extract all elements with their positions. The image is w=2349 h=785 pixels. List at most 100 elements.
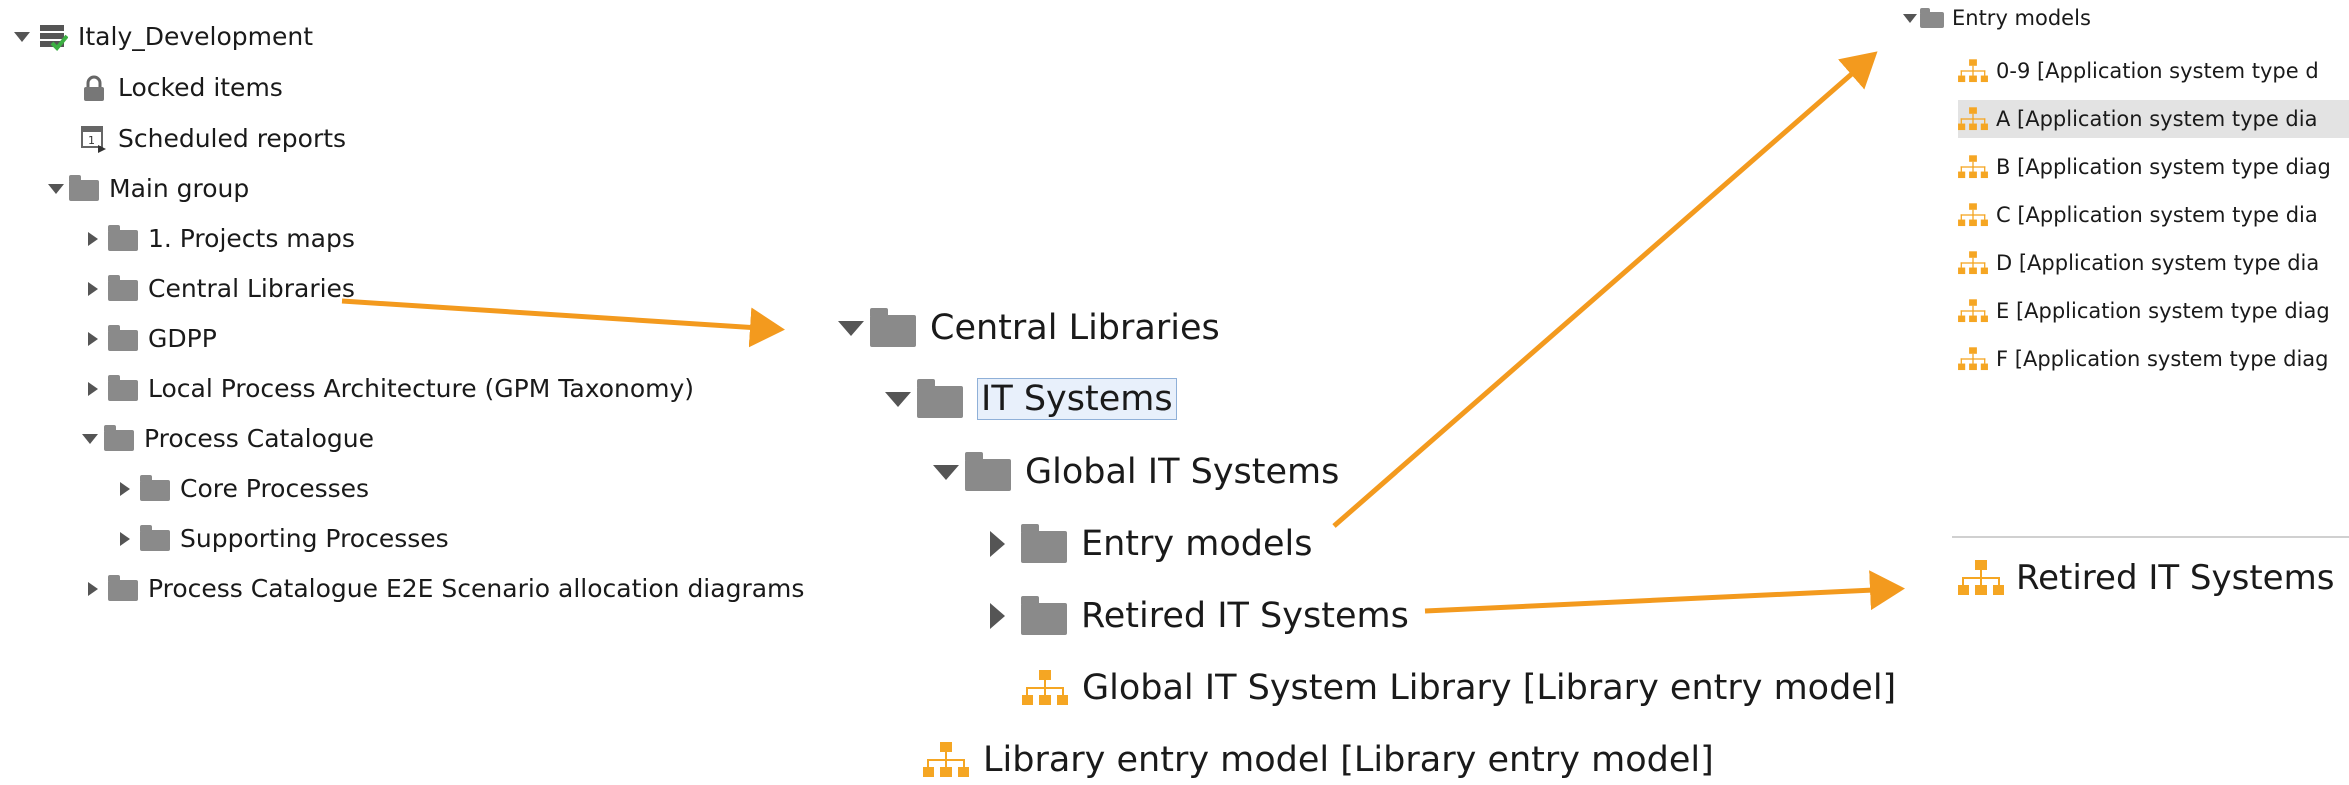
folder-icon — [140, 525, 170, 551]
database-icon — [38, 23, 68, 51]
mid-library-entry[interactable]: Library entry model [Library entry model… — [923, 740, 1714, 780]
tree-item-label: Main group — [109, 174, 250, 203]
tree-item-label: Locked items — [118, 73, 283, 102]
tree-item-projects-maps[interactable]: 1. Projects maps — [88, 224, 355, 253]
right-model-item[interactable]: A [Application system type dia — [1958, 100, 2349, 138]
expand-right-icon[interactable] — [88, 581, 98, 596]
tree-item-central-libraries[interactable]: Central Libraries — [88, 274, 355, 303]
tree-item-label: Local Process Architecture (GPM Taxonomy… — [148, 374, 695, 403]
tree-item-supporting-processes[interactable]: Supporting Processes — [120, 524, 449, 553]
expand-right-icon[interactable] — [88, 381, 98, 396]
tree-item-label-selected: IT Systems — [977, 378, 1177, 420]
tree-item-label: Global IT System Library [Library entry … — [1082, 668, 1897, 708]
mid-entry-models[interactable]: Entry models — [990, 524, 1312, 564]
tree-item-label: Entry models — [1081, 524, 1313, 564]
expand-down-icon[interactable] — [838, 320, 864, 336]
expand-right-icon[interactable] — [88, 231, 98, 246]
folder-icon — [108, 325, 138, 351]
mid-global-it-systems[interactable]: Global IT Systems — [933, 452, 1339, 492]
right-model-item[interactable]: D [Application system type dia — [1958, 244, 2349, 282]
hierarchy-model-icon — [1958, 202, 1988, 228]
tree-item-label: Process Catalogue E2E Scenario allocatio… — [148, 574, 805, 603]
tree-root-row[interactable]: Italy_Development — [14, 22, 313, 51]
tree-item-e2e[interactable]: Process Catalogue E2E Scenario allocatio… — [88, 574, 804, 603]
tree-item-label: A [Application system type dia — [1996, 107, 2318, 131]
folder-icon — [104, 425, 134, 451]
folder-icon — [140, 475, 170, 501]
tree-item-core-processes[interactable]: Core Processes — [120, 474, 369, 503]
folder-icon — [1021, 596, 1067, 635]
expand-right-icon[interactable] — [990, 531, 1005, 557]
tree-item-label: Scheduled reports — [118, 123, 347, 153]
tree-item-label: Library entry model [Library entry model… — [983, 740, 1714, 780]
right-model-item[interactable]: C [Application system type dia — [1958, 196, 2349, 234]
folder-icon — [1021, 524, 1067, 563]
mid-global-library[interactable]: Global IT System Library [Library entry … — [1022, 668, 1896, 708]
tree-root-label: Italy_Development — [78, 22, 314, 51]
tree-item-label: D [Application system type dia — [1996, 251, 2320, 275]
hierarchy-model-icon — [1958, 154, 1988, 180]
mid-it-systems[interactable]: IT Systems — [885, 378, 1177, 420]
mid-retired-it-systems[interactable]: Retired IT Systems — [990, 596, 1409, 636]
tree-item-local-process[interactable]: Local Process Architecture (GPM Taxonomy… — [88, 374, 694, 403]
arrow-retired — [1424, 570, 1905, 614]
tree-item-main-group[interactable]: Main group — [48, 174, 249, 203]
folder-icon — [108, 375, 138, 401]
tree-item-label: Process Catalogue — [144, 424, 375, 453]
tree-item-process-catalogue[interactable]: Process Catalogue — [82, 424, 374, 453]
folder-icon — [108, 275, 138, 301]
tree-item-label: Retired IT Systems — [2016, 558, 2335, 598]
tree-item-label: B [Application system type diag — [1996, 155, 2331, 179]
hierarchy-model-icon — [1958, 250, 1988, 276]
tree-item-label: Retired IT Systems — [1081, 596, 1409, 636]
folder-icon — [108, 575, 138, 601]
tree-item-label: Global IT Systems — [1025, 452, 1340, 492]
svg-text:1: 1 — [88, 134, 95, 147]
right-model-item[interactable]: B [Application system type diag — [1958, 148, 2349, 186]
right-model-item[interactable]: 0-9 [Application system type d — [1958, 52, 2349, 90]
right-model-item[interactable]: E [Application system type diag — [1958, 292, 2349, 330]
expand-down-icon[interactable] — [82, 433, 98, 444]
divider — [1952, 536, 2349, 538]
arrow-entry-models — [1332, 51, 1878, 528]
expand-right-icon[interactable] — [88, 331, 98, 346]
tree-item-label: F [Application system type diag — [1996, 347, 2329, 371]
folder-icon — [108, 225, 138, 251]
hierarchy-model-icon — [1022, 668, 1068, 708]
hierarchy-model-icon — [1958, 298, 1988, 324]
expand-right-icon[interactable] — [88, 281, 98, 296]
tree-item-label: C [Application system type dia — [1996, 203, 2318, 227]
arrow-central-libraries — [341, 298, 785, 348]
folder-icon — [870, 308, 916, 347]
right-retired-it-systems[interactable]: Retired IT Systems — [1958, 558, 2334, 598]
tree-item-label: Central Libraries — [930, 308, 1220, 348]
tree-item-scheduled[interactable]: 1 Scheduled reports — [80, 123, 346, 153]
expand-down-icon[interactable] — [885, 391, 911, 407]
folder-icon — [917, 379, 963, 418]
expand-right-icon[interactable] — [120, 481, 130, 496]
tree-item-label: 0-9 [Application system type d — [1996, 59, 2319, 83]
right-model-item[interactable]: F [Application system type diag — [1958, 340, 2349, 378]
expand-down-icon[interactable] — [933, 464, 959, 480]
tree-item-label: Core Processes — [180, 474, 370, 503]
expand-down-icon[interactable] — [48, 183, 64, 194]
expand-down-icon[interactable] — [14, 31, 30, 42]
hierarchy-model-icon — [1958, 558, 2004, 598]
expand-right-icon[interactable] — [990, 603, 1005, 629]
tree-item-label: E [Application system type diag — [1996, 299, 2330, 323]
tree-item-label: 1. Projects maps — [148, 224, 355, 253]
tree-item-locked[interactable]: Locked items — [80, 73, 283, 102]
hierarchy-model-icon — [1958, 58, 1988, 84]
tree-item-label: Supporting Processes — [180, 524, 449, 553]
tree-item-gdpp[interactable]: GDPP — [88, 324, 217, 353]
folder-icon — [1920, 7, 1944, 28]
tree-item-label: GDPP — [148, 324, 217, 353]
tree-item-label: Central Libraries — [148, 274, 355, 303]
lock-icon — [80, 74, 108, 102]
tree-item-label: Entry models — [1952, 6, 2091, 30]
right-entry-models[interactable]: Entry models — [1903, 6, 2091, 30]
expand-right-icon[interactable] — [120, 531, 130, 546]
expand-down-icon[interactable] — [1903, 13, 1917, 23]
folder-icon — [965, 452, 1011, 491]
mid-central-libraries[interactable]: Central Libraries — [838, 308, 1220, 348]
